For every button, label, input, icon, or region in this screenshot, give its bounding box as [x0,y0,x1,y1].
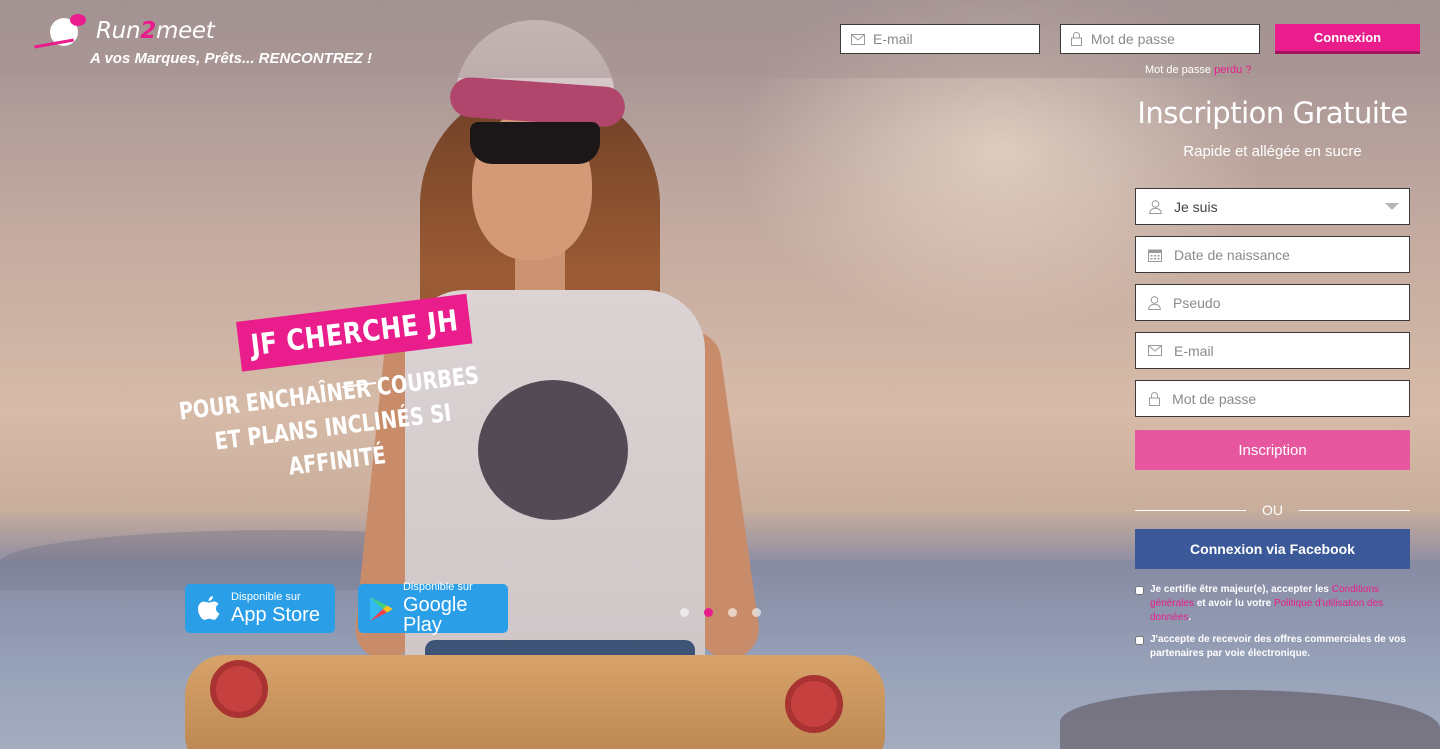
shirt-print-shape [478,380,628,520]
google-play-icon [368,595,395,623]
facebook-login-button[interactable]: Connexion via Facebook [1135,529,1410,569]
login-button[interactable]: Connexion [1275,24,1420,54]
register-title: Inscription Gratuite [1137,96,1408,130]
offers-checkbox[interactable] [1135,636,1144,645]
register-subtitle: Rapide et allégée en sucre [1183,143,1362,160]
carousel-dot[interactable] [728,608,737,617]
skateboard-wheel [210,660,268,718]
register-button[interactable]: Inscription [1135,430,1410,470]
offers-text: J'accepte de recevoir des offres commerc… [1150,634,1406,659]
offers-consent: J'accepte de recevoir des offres commerc… [1135,633,1410,661]
tagline: A vos Marques, Prêts... RENCONTREZ ! [90,50,372,67]
terms-checkbox[interactable] [1135,586,1144,595]
carousel-dot-active[interactable] [704,608,713,617]
or-label: OU [1262,502,1283,518]
separator-line [1135,509,1246,511]
cupid-icon [34,12,90,56]
register-password-field[interactable] [1135,380,1410,417]
envelope-icon [1148,344,1162,358]
app-store-button[interactable]: Disponible sur App Store [185,584,335,633]
login-password-input[interactable] [1090,31,1259,47]
gender-select-value: Je suis [1174,198,1218,215]
carousel-dot[interactable] [752,608,761,617]
terms-text: Je certifie être majeur(e), accepter les… [1150,584,1384,623]
login-email-input[interactable] [873,31,1039,47]
separator-line [1299,509,1410,511]
sunglasses-shape [470,122,600,164]
login-email-field[interactable] [840,24,1040,54]
google-play-label: Google Play [402,594,468,636]
pseudo-input[interactable] [1173,294,1409,311]
register-password-input[interactable] [1172,390,1409,407]
carousel-dots [680,608,761,617]
gender-select[interactable]: Je suis [1135,188,1410,225]
logo-text: Run2meet [96,18,215,44]
skateboard-shape [185,655,885,749]
envelope-icon [851,32,865,46]
register-email-input[interactable] [1174,342,1409,359]
user-icon [1148,295,1161,310]
birthdate-input[interactable] [1174,246,1409,263]
google-play-button[interactable]: Disponible sur Google Play [358,581,508,636]
app-store-small-label: Disponible sur [231,591,301,603]
lock-icon [1148,391,1160,406]
lock-icon [1071,32,1083,46]
login-password-field[interactable] [1060,24,1260,54]
forgot-password: Mot de passe perdu ? [1145,64,1251,76]
apple-icon [195,595,223,623]
chevron-down-icon [1385,203,1399,210]
birthdate-field[interactable] [1135,236,1410,273]
forgot-password-label: Mot de passe [1145,64,1212,76]
forgot-password-link[interactable]: perdu ? [1214,64,1251,76]
app-store-label: App Store [231,604,320,626]
calendar-icon [1148,248,1162,262]
skateboard-wheel [785,675,843,733]
carousel-dot[interactable] [680,608,689,617]
user-icon [1148,199,1162,214]
or-separator: OU [1135,502,1410,518]
terms-consent: Je certifie être majeur(e), accepter les… [1135,583,1410,625]
register-email-field[interactable] [1135,332,1410,369]
pseudo-field[interactable] [1135,284,1410,321]
google-play-small-label: Disponible sur [402,581,473,593]
